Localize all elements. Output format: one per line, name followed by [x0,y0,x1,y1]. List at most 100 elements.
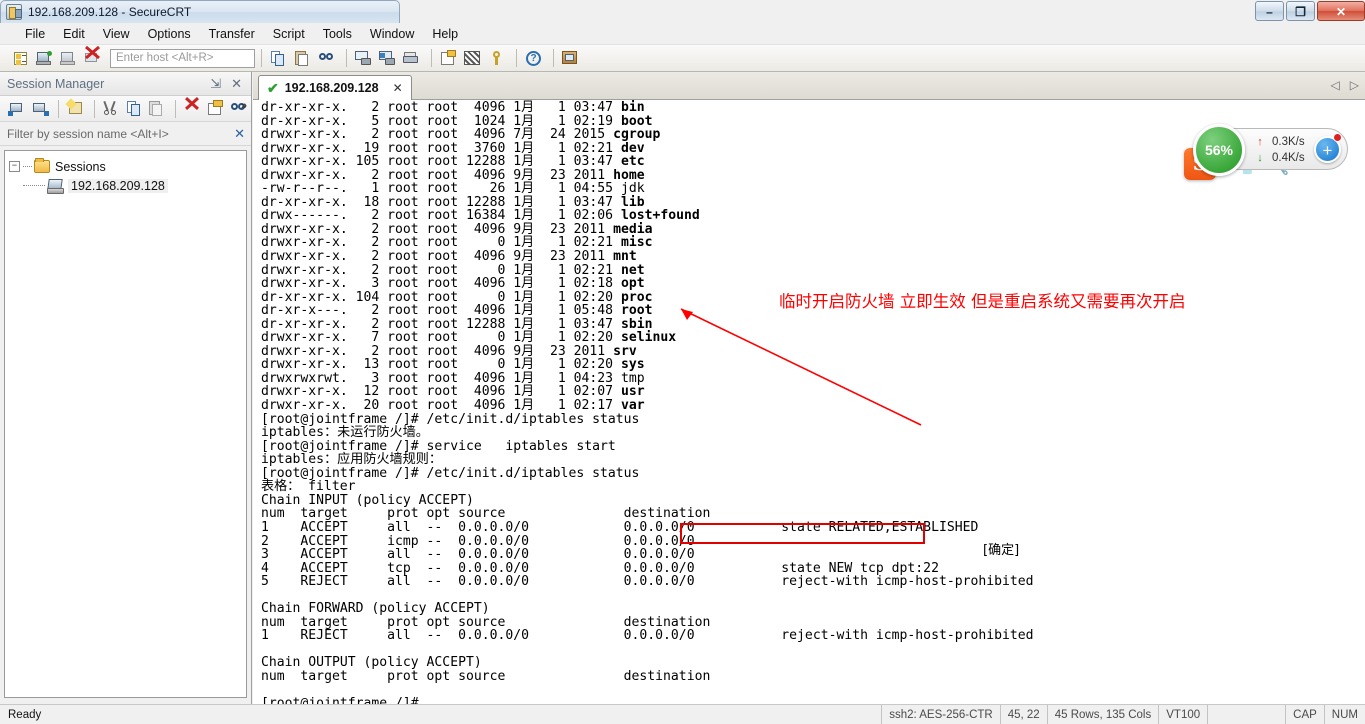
terminal-line: drwxr-xr-x. 13 root root 0 1月 1 02:20 sy… [261,357,645,373]
window-controls: – ❐ ✕ [1253,0,1365,22]
paste-icon[interactable] [146,98,167,119]
global-options-icon[interactable] [462,48,484,69]
maximize-button[interactable]: ❐ [1286,1,1315,21]
menu-options[interactable]: Options [139,25,200,43]
close-button[interactable]: ✕ [1317,1,1365,21]
terminal-line: dr-xr-xr-x. 2 root root 4096 1月 1 03:47 … [261,100,645,115]
download-speed: 0.4K/s [1272,152,1305,164]
terminal-line: iptables：应用防火墙规则： [261,452,442,468]
tab-192-168-209-128[interactable]: ✔ 192.168.209.128 ✕ [258,75,412,100]
connect-icon[interactable] [34,48,56,69]
terminal-line: 表格： filter [261,479,356,495]
log-session-icon[interactable] [377,48,399,69]
host-input[interactable]: Enter host <Alt+R> [110,48,255,68]
pin-icon[interactable]: ⇲ [205,76,226,92]
minimize-icon: – [1266,5,1273,19]
session-manager-panel: Session Manager ⇲ ✕ » Filter by session … [0,72,252,704]
session-item-label: 192.168.209.128 [68,178,168,193]
terminal-line: drwxrwxrwt. 3 root root 4096 1月 1 04:23 … [261,370,645,386]
find-icon[interactable] [316,48,338,69]
terminal-line: drwxr-xr-x. 19 root root 3760 1月 1 02:21… [261,140,645,156]
maximize-icon: ❐ [1295,5,1306,19]
menu-window[interactable]: Window [361,25,423,43]
upload-arrow-icon: ↑ [1257,136,1263,148]
securecrt-icon [6,4,22,20]
terminal-line: drwxr-xr-x. 12 root root 4096 1月 1 02:07… [261,384,645,400]
paste-icon[interactable] [292,48,314,69]
window-title: 192.168.209.128 - SecureCRT [28,5,192,19]
cpu-gauge[interactable]: 56% [1193,124,1245,176]
terminal-screen[interactable]: dr-xr-xr-x. 2 root root 4096 1月 1 03:47 … [253,100,1365,704]
tab-label: 192.168.209.128 [284,81,379,95]
terminal-line: iptables：未运行防火墙。 [261,425,429,441]
new-session-wizard-icon[interactable] [65,98,86,119]
terminal-line: drwxr-xr-x. 3 root root 4096 1月 1 02:18 … [261,276,645,292]
terminal-line: dr-xr-x---. 2 root root 4096 1月 1 05:48 … [261,303,653,319]
connect-session-icon[interactable] [6,98,27,119]
session-manager-icon[interactable] [10,48,32,69]
network-speed-widget[interactable]: 56% ↑ 0.3K/s ↓ 0.4K/s + [1193,124,1348,176]
menu-tools[interactable]: Tools [314,25,361,43]
connect-sftp-icon[interactable] [58,48,80,69]
terminal-line: 3 ACCEPT all -- 0.0.0.0/0 0.0.0.0/0 [261,547,695,563]
close-panel-icon[interactable]: ✕ [226,76,247,92]
terminal-line: num target prot opt source destination [261,506,711,522]
session-tree: − Sessions 192.168.209.128 [4,150,247,698]
print-icon[interactable] [401,48,423,69]
notification-dot-icon [1333,133,1342,142]
new-session-icon[interactable] [560,48,582,69]
minimize-button[interactable]: – [1255,1,1284,21]
securecrt-window: 192.168.209.128 - SecureCRT – ❐ ✕ File E… [0,0,1365,724]
toolbar-separator [261,49,262,67]
tab-next-icon[interactable]: ▷ [1350,78,1359,92]
terminal-line: dr-xr-xr-x. 5 root root 1024 1月 1 02:19 … [261,113,653,129]
status-bar: Ready ssh2: AES-256-CTR 45, 22 45 Rows, … [0,704,1365,724]
tree-node-label: Sessions [55,159,106,174]
terminal-line: Chain INPUT (policy ACCEPT) [261,492,474,508]
terminal-line: drwxr-xr-x. 2 root root 4096 9月 23 2011 … [261,249,637,265]
expander-icon[interactable]: − [9,161,20,172]
menu-file[interactable]: File [16,25,54,43]
terminal-line: drwxr-xr-x. 7 root root 0 1月 1 02:20 sel… [261,330,677,346]
tree-line [23,166,32,167]
host-input-placeholder: Enter host <Alt+R> [116,52,214,64]
print-screen-icon[interactable] [353,48,375,69]
title-bar: 192.168.209.128 - SecureCRT [0,0,400,23]
delete-icon[interactable] [182,97,203,119]
main-toolbar: Enter host <Alt+R> ? [0,45,1365,72]
upload-row: ↑ 0.3K/s [1254,134,1304,150]
clear-filter-icon[interactable]: ✕ [234,126,245,142]
terminal-line: dr-xr-xr-x. 104 root root 0 1月 1 02:20 p… [261,289,653,305]
connect-in-tab-icon[interactable] [29,98,50,119]
copy-icon[interactable] [268,48,290,69]
status-caps-lock: CAP [1285,704,1324,724]
tree-node-session-192-168-209-128[interactable]: 192.168.209.128 [9,176,242,195]
copy-icon[interactable] [124,98,145,119]
properties-icon[interactable] [205,98,226,119]
status-ready: Ready [8,708,42,721]
help-icon[interactable]: ? [523,48,545,69]
menu-edit[interactable]: Edit [54,25,94,43]
menu-script[interactable]: Script [264,25,314,43]
tab-strip: ✔ 192.168.209.128 ✕ ◁ ▷ [253,72,1365,100]
terminal-line: [root@jointframe /]# /etc/init.d/iptable… [261,465,640,481]
session-filter-input[interactable]: Filter by session name <Alt+I> [7,127,234,141]
session-manager-toolbar: » [0,96,251,122]
terminal-line: num target prot opt source destination [261,614,711,630]
cut-icon[interactable] [101,98,122,119]
session-filter-row: Filter by session name <Alt+I> ✕ [0,122,251,146]
session-options-icon[interactable] [438,48,460,69]
terminal-line: Chain OUTPUT (policy ACCEPT) [261,655,482,671]
confirm-text: [确定] [983,543,1020,558]
key-icon[interactable] [486,48,508,69]
disconnect-icon[interactable] [82,45,104,69]
menu-help[interactable]: Help [423,25,467,43]
toolbar-overflow-icon[interactable]: » [241,100,247,112]
close-icon[interactable]: ✕ [393,81,403,95]
tab-prev-icon[interactable]: ◁ [1331,78,1340,92]
terminal-line: dr-xr-xr-x. 2 root root 12288 1月 1 03:47… [261,316,653,332]
menu-view[interactable]: View [94,25,139,43]
tree-node-sessions[interactable]: − Sessions [9,157,242,176]
menu-transfer[interactable]: Transfer [200,25,264,43]
